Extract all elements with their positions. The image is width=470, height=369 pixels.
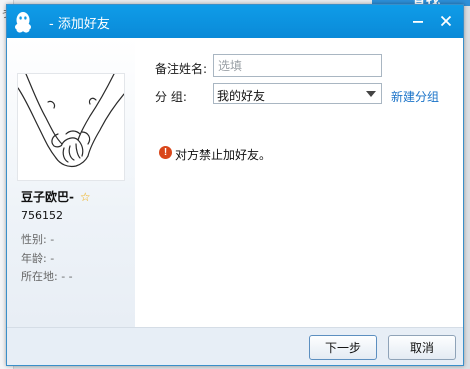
remark-input[interactable]	[213, 54, 382, 77]
title-bar[interactable]: - 添加好友	[7, 5, 463, 38]
avatar[interactable]	[17, 73, 125, 181]
gender-info: 性别: -	[21, 233, 55, 246]
new-group-link[interactable]: 新建分组	[391, 88, 439, 105]
group-select[interactable]: 我的好友	[213, 83, 382, 104]
cancel-button[interactable]: 取消	[388, 335, 456, 360]
dialog-title: - 添加好友	[49, 17, 110, 32]
group-label: 分 组:	[155, 90, 187, 104]
group-selected-value: 我的好友	[217, 89, 266, 103]
profile-panel: 豆子欧巴- ☆ 756152 性别: - 年龄: - 所在地: - -	[7, 38, 135, 327]
dialog-footer: 下一步 取消	[7, 327, 463, 365]
minimize-icon[interactable]	[410, 13, 426, 29]
warning-icon: !	[159, 146, 172, 159]
nickname-row: 豆子欧巴- ☆	[21, 188, 91, 205]
remark-label: 备注姓名:	[155, 62, 208, 76]
qq-number: 756152	[21, 209, 63, 222]
qq-penguin-icon	[15, 12, 31, 33]
close-icon[interactable]	[438, 13, 454, 29]
location-info: 所在地: - -	[21, 270, 73, 283]
star-icon: ☆	[79, 190, 91, 204]
hands-sketch-image	[17, 73, 125, 168]
status-message: 对方禁止加好友。	[175, 148, 272, 162]
chevron-down-icon[interactable]	[366, 91, 376, 97]
add-friend-dialog: - 添加好友 豆子欧巴- ☆ 756152 性别: - 年龄: - 所在地: -…	[6, 4, 464, 366]
nickname: 豆子欧巴-	[21, 190, 74, 204]
age-info: 年龄: -	[21, 252, 55, 265]
next-button[interactable]: 下一步	[309, 335, 377, 360]
